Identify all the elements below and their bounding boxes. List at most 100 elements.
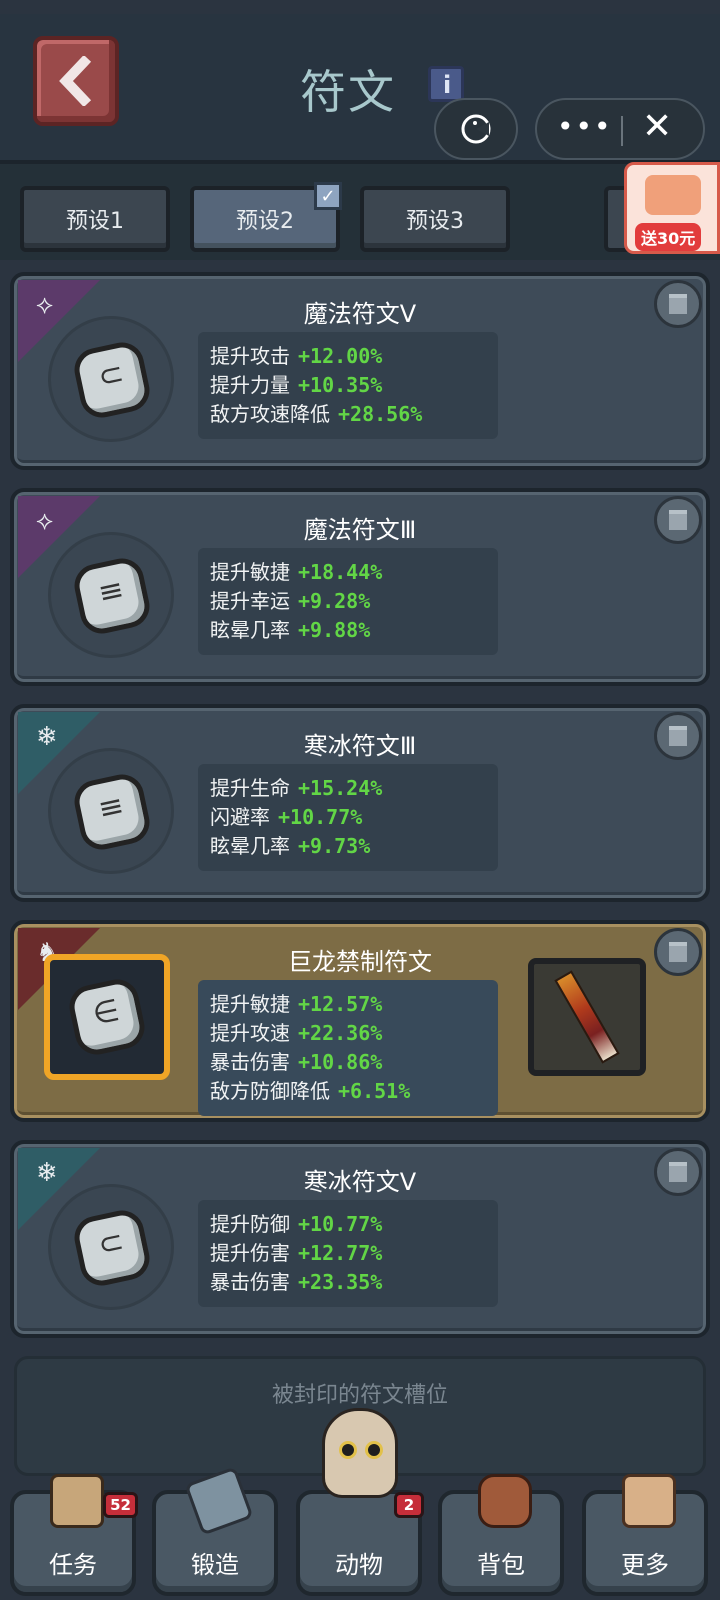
notification-badge: 52 [103,1492,138,1518]
stat-value: +22.36% [298,1021,383,1045]
rune-card[interactable]: ❄ 寒冰符文Ⅲ ≡ 提升生命 +15.24% 闪避率 +10.77% 眩晕几率 +9.… [10,704,710,902]
notification-badge: 2 [394,1492,424,1518]
stat-label: 提升幸运 [210,589,290,613]
pet-eye [365,1441,383,1459]
nav-label: 锻造 [191,1551,239,1579]
preset-tab-label: 预设2 [236,209,294,234]
rune-stats: 提升敏捷 +12.57% 提升攻速 +22.36% 暴击伤害 +10.86% 敌方防御… [198,980,498,1116]
rune-stats: 提升生命 +15.24% 闪避率 +10.77% 眩晕几率 +9.73% [198,764,498,871]
stat-label: 提升防御 [210,1212,290,1236]
miniprogram-capsule: ••• ✕ [535,98,705,160]
stat-value: +10.77% [278,805,363,829]
miniprogram-home-button[interactable] [434,98,518,160]
stat-row: 敌方攻速降低 +28.56% [210,400,486,429]
preset-tab-2[interactable]: 预设2 ✓ [190,182,342,252]
stat-row: 提升敏捷 +12.57% [210,990,486,1019]
nav-button-forge[interactable]: 锻造 [152,1466,278,1596]
nav-button-pets[interactable]: 2 动物 [296,1490,424,1596]
stat-value: +9.28% [298,589,371,613]
rune-card[interactable]: ⟡ 魔法符文Ⅴ ⊂ 提升攻击 +12.00% 提升力量 +10.35% 敌方攻速降低… [10,272,710,470]
rune-mark: ⊂ [95,355,127,396]
rune-stone-icon: ≡ [70,770,154,854]
rune-card-legendary[interactable]: ♞ 巨龙禁制符文 ∈ 提升敏捷 +12.57% 提升攻速 +22.36% 暴击伤害 +… [10,920,710,1122]
rune-slot: ⊂ [48,1184,174,1310]
sword-icon [554,970,620,1064]
status-bar [0,0,720,14]
nav-button-backpack[interactable]: 背包 [438,1474,564,1596]
trash-icon[interactable] [654,712,702,760]
stat-label: 敌方防御降低 [210,1079,330,1103]
rune-stone-icon: ≡ [70,554,154,638]
stat-value: +10.77% [298,1212,383,1236]
stat-label: 敌方攻速降低 [210,402,330,426]
stat-row: 提升力量 +10.35% [210,371,486,400]
nav-label: 背包 [477,1551,525,1579]
rune-stone-icon: ⊂ [70,338,154,422]
preset-tab-3[interactable]: 预设3 [360,186,510,252]
rune-card[interactable]: ⟡ 魔法符文Ⅲ ≡ 提升敏捷 +18.44% 提升幸运 +9.28% 眩晕几率 +9.… [10,488,710,686]
stat-label: 提升敏捷 [210,992,290,1016]
promo-label: 送30元 [635,223,702,251]
stat-row: 提升攻击 +12.00% [210,342,486,371]
capsule-divider [621,116,623,146]
rune-slot: ≡ [48,532,174,658]
stat-row: 闪避率 +10.77% [210,803,486,832]
stat-row: 提升攻速 +22.36% [210,1019,486,1048]
chevron-left-icon [59,56,92,106]
stat-value: +28.56% [338,402,423,426]
sealed-slot-label: 被封印的符文槽位 [271,1383,448,1408]
rune-slot: ≡ [48,748,174,874]
more-dots-icon[interactable]: ••• [557,110,613,143]
promo-red-envelope[interactable]: 送30元 [624,162,720,254]
rune-mark: ≡ [95,787,127,828]
pet-icon[interactable] [322,1408,398,1498]
stat-row: 敌方防御降低 +6.51% [210,1077,486,1106]
info-icon[interactable] [428,66,464,102]
stat-row: 提升伤害 +12.77% [210,1239,486,1268]
nav-button-more[interactable]: 更多 [582,1474,708,1596]
stat-row: 提升敏捷 +18.44% [210,558,486,587]
pet-eye [339,1441,357,1459]
trash-icon[interactable] [654,496,702,544]
stat-value: +9.88% [298,618,371,642]
rune-stats: 提升防御 +10.77% 提升伤害 +12.77% 暴击伤害 +23.35% [198,1200,498,1307]
rune-card[interactable]: ❄ 寒冰符文Ⅴ ⊂ 提升防御 +10.77% 提升伤害 +12.77% 暴击伤害 +2… [10,1140,710,1338]
stat-value: +10.35% [298,373,383,397]
rune-mark: ∈ [89,992,123,1033]
page-title: 符文 [300,65,396,119]
rune-stats: 提升攻击 +12.00% 提升力量 +10.35% 敌方攻速降低 +28.56% [198,332,498,439]
backpack-icon [478,1474,532,1528]
trash-icon[interactable] [654,1148,702,1196]
hammer-icon [184,1466,254,1536]
stat-label: 提升力量 [210,373,290,397]
stat-row: 暴击伤害 +23.35% [210,1268,486,1297]
equipped-weapon-slot[interactable] [528,958,646,1076]
stat-row: 提升防御 +10.77% [210,1210,486,1239]
checkmark-icon: ✓ [314,182,342,210]
header: 符文 ••• ✕ [0,14,720,164]
stat-label: 眩晕几率 [210,834,290,858]
nav-button-tasks[interactable]: 52 任务 [10,1474,138,1596]
rune-stone-icon: ⊂ [70,1206,154,1290]
stat-label: 提升攻击 [210,344,290,368]
stat-row: 眩晕几率 +9.73% [210,832,486,861]
stat-label: 提升攻速 [210,1021,290,1045]
close-icon[interactable]: ✕ [642,106,672,147]
preset-tab-1[interactable]: 预设1 [20,186,170,252]
stat-label: 暴击伤害 [210,1050,290,1074]
stat-value: +18.44% [298,560,383,584]
stat-row: 提升生命 +15.24% [210,774,486,803]
quest-book-icon [50,1474,104,1528]
back-button[interactable] [33,36,119,126]
rune-slot: ⊂ [48,316,174,442]
stat-value: +12.57% [298,992,383,1016]
grid-icon [622,1474,676,1528]
stat-value: +12.00% [298,344,383,368]
trash-icon[interactable] [654,928,702,976]
stat-value: +12.77% [298,1241,383,1265]
trash-icon[interactable] [654,280,702,328]
rune-stone-icon: ∈ [65,975,149,1059]
stat-value: +15.24% [298,776,383,800]
stat-row: 暴击伤害 +10.86% [210,1048,486,1077]
stat-row: 眩晕几率 +9.88% [210,616,486,645]
